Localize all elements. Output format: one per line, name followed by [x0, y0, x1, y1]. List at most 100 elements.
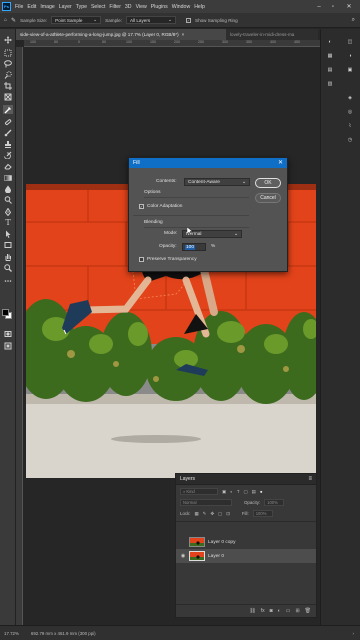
lock-position-icon[interactable]: ✥: [210, 511, 214, 517]
menu-window[interactable]: Window: [172, 4, 190, 10]
layer-row[interactable]: Layer 0 copy: [176, 535, 316, 549]
lock-transparent-icon[interactable]: ▦: [195, 511, 199, 517]
blur-tool-icon[interactable]: [3, 184, 13, 193]
history-panel-icon[interactable]: ◷: [345, 135, 355, 144]
rectangle-tool-icon[interactable]: [3, 240, 13, 249]
path-selection-tool-icon[interactable]: [3, 229, 13, 238]
history-brush-tool-icon[interactable]: [3, 150, 13, 159]
fx-icon[interactable]: fx: [261, 608, 265, 614]
fill-input[interactable]: 100%: [252, 510, 273, 517]
pixel-filter-icon[interactable]: ▣: [222, 489, 226, 495]
gradients-panel-icon[interactable]: ▤: [325, 65, 335, 74]
opacity-input[interactable]: 100: [182, 243, 206, 251]
filter-toggle-icon[interactable]: ●: [260, 489, 263, 494]
layers-panel-icon[interactable]: ◈: [345, 93, 355, 102]
menu-edit[interactable]: Edit: [27, 4, 36, 10]
new-layer-icon[interactable]: ⊞: [295, 608, 299, 614]
close-tab-icon[interactable]: ×: [182, 32, 185, 37]
clone-stamp-tool-icon[interactable]: [3, 139, 13, 148]
sample-size-select[interactable]: Point Sample ⌄: [51, 16, 102, 24]
move-tool-icon[interactable]: [3, 35, 13, 44]
menu-view[interactable]: View: [136, 4, 147, 10]
add-mask-icon[interactable]: ◙: [270, 608, 273, 614]
link-layers-icon[interactable]: ⛓: [249, 608, 255, 614]
sample-select[interactable]: All Layers ⌄: [126, 16, 176, 24]
pen-tool-icon[interactable]: [3, 207, 13, 216]
foreground-color-swatch[interactable]: [2, 309, 9, 316]
quick-selection-tool-icon[interactable]: [3, 70, 13, 79]
menu-help[interactable]: Help: [194, 4, 205, 10]
menu-image[interactable]: Image: [40, 4, 54, 10]
zoom-level[interactable]: 17.72%: [4, 631, 19, 636]
panel-menu-icon[interactable]: ≡: [308, 476, 312, 482]
properties-panel-icon[interactable]: ◫: [345, 37, 355, 46]
smart-object-filter-icon[interactable]: ▤: [252, 489, 256, 495]
blend-mode-select[interactable]: Normal: [180, 499, 232, 506]
cancel-button[interactable]: Cancel: [255, 193, 281, 203]
trash-icon[interactable]: 🗑: [305, 608, 311, 614]
show-sampling-ring-checkbox[interactable]: ✓: [186, 17, 191, 23]
menu-plugins[interactable]: Plugins: [151, 4, 168, 10]
eyedropper-tool-icon[interactable]: ✎: [11, 17, 16, 24]
eraser-tool-icon[interactable]: [3, 161, 13, 170]
lock-artboard-icon[interactable]: ▢: [218, 511, 222, 517]
menu-select[interactable]: Select: [91, 4, 105, 10]
tab-second-document[interactable]: lovely-traveler-in-midi-dress-ma: [226, 29, 318, 40]
gradient-tool-icon[interactable]: [3, 173, 13, 182]
spot-healing-brush-icon[interactable]: [3, 117, 13, 126]
menu-3d[interactable]: 3D: [125, 4, 132, 10]
eyedropper-tool-icon[interactable]: [3, 105, 13, 114]
channels-panel-icon[interactable]: ◎: [345, 107, 355, 116]
lock-image-icon[interactable]: ✎: [203, 511, 207, 517]
crop-tool-icon[interactable]: [3, 81, 13, 90]
hand-tool-icon[interactable]: [3, 252, 13, 261]
color-panel-icon[interactable]: ◐: [325, 37, 335, 46]
lasso-tool-icon[interactable]: [3, 59, 13, 68]
layers-panel-title[interactable]: Layers: [180, 476, 195, 482]
swatches-panel-icon[interactable]: ▦: [325, 51, 335, 60]
type-tool-icon[interactable]: T: [3, 218, 13, 227]
search-icon[interactable]: ⌕: [352, 17, 355, 24]
color-adaptation-checkbox[interactable]: ✓: [139, 204, 144, 209]
tab-active-document[interactable]: side-view-of-a-athlete-performing-a-long…: [16, 29, 226, 40]
adjustment-filter-icon[interactable]: ◐: [230, 489, 233, 494]
patterns-panel-icon[interactable]: ▥: [325, 79, 335, 88]
menu-file[interactable]: File: [15, 4, 23, 10]
dodge-tool-icon[interactable]: [3, 195, 13, 204]
kind-filter-select[interactable]: ⌕ Kind: [180, 488, 218, 495]
artboard-tool-icon[interactable]: [3, 48, 13, 57]
shape-filter-icon[interactable]: ▢: [244, 489, 248, 495]
tab-label: side-view-of-a-athlete-performing-a-long…: [20, 32, 179, 37]
adjustments-panel-icon[interactable]: ◑: [345, 51, 355, 60]
contents-select[interactable]: Content-Aware ⌄: [184, 178, 250, 186]
ok-button[interactable]: OK: [255, 178, 281, 188]
close-icon[interactable]: ✕: [278, 159, 283, 166]
quick-mask-icon[interactable]: [3, 329, 13, 338]
layer-opacity-input[interactable]: 100%: [264, 499, 285, 506]
type-filter-icon[interactable]: T: [237, 489, 240, 494]
document-dimensions[interactable]: 692.79 mm x 461.9 mm (300 ppi): [31, 631, 96, 636]
menu-layer[interactable]: Layer: [59, 4, 72, 10]
minimize-icon[interactable]: –: [312, 0, 326, 13]
fill-value: 100%: [255, 511, 267, 516]
libraries-panel-icon[interactable]: ▣: [345, 65, 355, 74]
menu-filter[interactable]: Filter: [109, 4, 121, 10]
new-group-icon[interactable]: ▭: [286, 608, 291, 614]
eye-icon[interactable]: ◉: [179, 553, 187, 559]
maximize-icon[interactable]: ▫: [326, 0, 340, 13]
adjustment-layer-icon[interactable]: ◐: [278, 608, 281, 614]
preserve-transparency-checkbox[interactable]: [139, 257, 144, 262]
frame-tool-icon[interactable]: [3, 92, 13, 101]
brush-tool-icon[interactable]: [3, 128, 13, 137]
chevron-right-icon[interactable]: ›: [353, 631, 354, 636]
home-icon[interactable]: ⌂: [4, 17, 7, 23]
menu-type[interactable]: Type: [76, 4, 87, 10]
screen-mode-icon[interactable]: [3, 341, 13, 350]
close-window-icon[interactable]: ✕: [342, 0, 356, 13]
layer-row-selected[interactable]: ◉ Layer 0: [176, 549, 316, 563]
paths-panel-icon[interactable]: ⌇: [345, 121, 355, 130]
zoom-tool-icon[interactable]: [3, 263, 13, 272]
more-tools-icon[interactable]: [3, 276, 13, 285]
lock-all-icon[interactable]: ⊡: [226, 511, 230, 517]
dialog-title: Fill: [133, 160, 140, 166]
